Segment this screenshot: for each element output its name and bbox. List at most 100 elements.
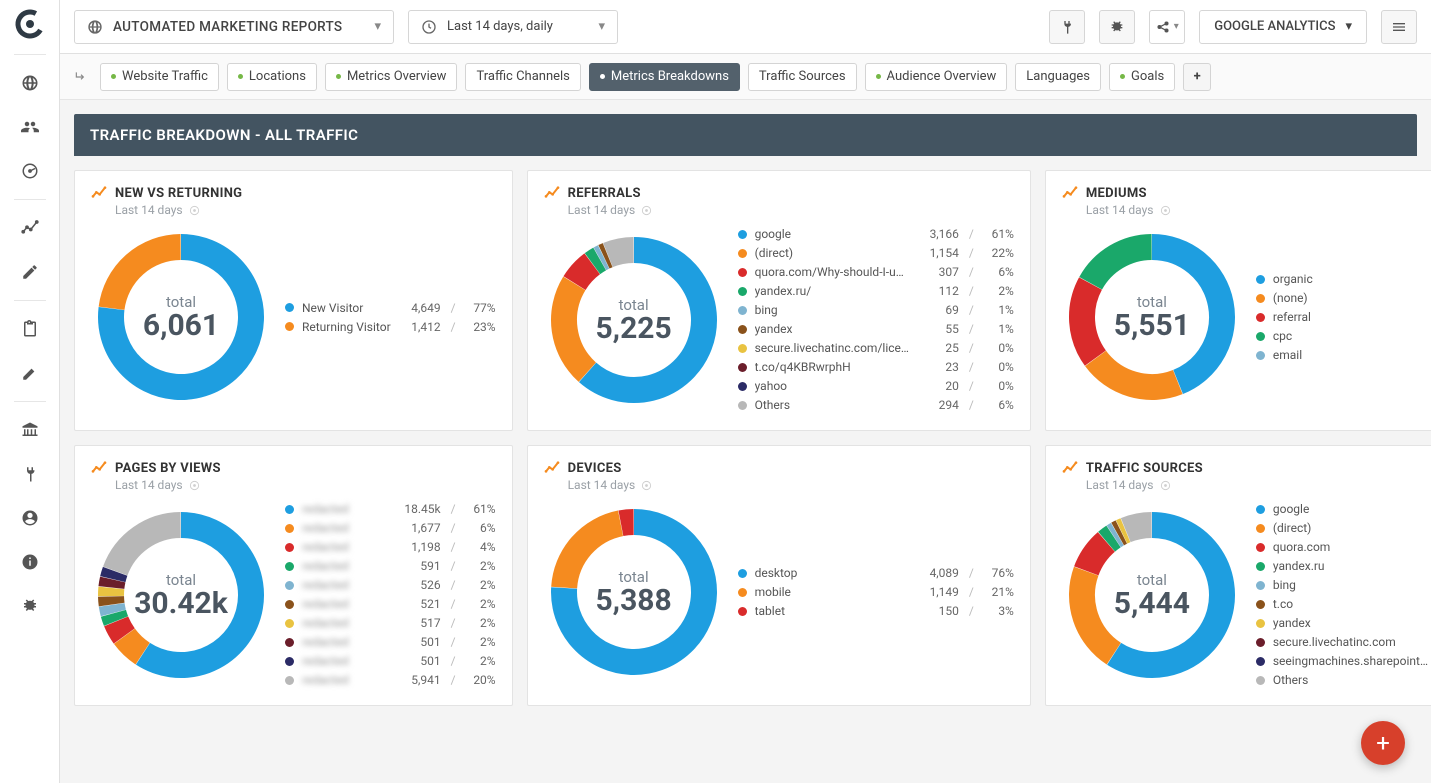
legend-swatch: [1256, 619, 1265, 628]
status-dot: [111, 74, 116, 79]
account-selector[interactable]: GOOGLE ANALYTICS ▾: [1199, 10, 1367, 44]
legend-value: 55: [917, 322, 959, 336]
legend-value: 526: [399, 578, 441, 592]
add-fab[interactable]: +: [1361, 721, 1405, 765]
legend-row: cpc939/17%: [1256, 329, 1431, 343]
legend-name: mobile: [755, 585, 909, 599]
caret-down-icon: ▾: [374, 19, 381, 34]
tab-label: Goals: [1131, 69, 1164, 84]
tab-goals[interactable]: Goals: [1109, 63, 1175, 91]
globe-icon[interactable]: [9, 63, 51, 103]
legend-row: quora.com/Why-should-I-u…307/6%: [738, 265, 1014, 279]
legend-swatch: [285, 543, 294, 552]
account-icon[interactable]: [9, 498, 51, 538]
target-icon: [189, 480, 200, 491]
legend-swatch: [738, 325, 747, 334]
legend-row: redacted1,198/4%: [285, 540, 496, 554]
add-tab-button[interactable]: +: [1183, 63, 1211, 91]
legend-value: 1,154: [917, 246, 959, 260]
legend-value: 3,166: [917, 227, 959, 241]
tab-label: Metrics Breakdowns: [611, 69, 729, 84]
chart-icon: [544, 185, 560, 201]
legend-name: tablet: [755, 604, 909, 618]
legend-name: redacted: [302, 540, 391, 554]
legend-value: 517: [399, 616, 441, 630]
pencil-icon[interactable]: [9, 252, 51, 292]
legend-swatch: [1256, 638, 1265, 647]
date-range-selector[interactable]: Last 14 days, daily ▾: [408, 10, 618, 44]
legend-swatch: [285, 322, 294, 331]
menu-button[interactable]: [1381, 10, 1417, 44]
legend-name: redacted: [302, 635, 391, 649]
tab-metrics-breakdowns[interactable]: Metrics Breakdowns: [589, 63, 740, 91]
legend-swatch: [1256, 657, 1265, 666]
legend-swatch: [285, 581, 294, 590]
card-period: Last 14 days: [1086, 478, 1431, 492]
card-period: Last 14 days: [1086, 203, 1431, 217]
legend-value: 1,198: [399, 540, 441, 554]
legend-name: redacted: [302, 597, 391, 611]
share-button[interactable]: ▾: [1149, 10, 1185, 44]
info-icon[interactable]: [9, 542, 51, 582]
users-icon[interactable]: [9, 107, 51, 147]
legend-pct: 2%: [466, 578, 496, 592]
legend-pct: 6%: [984, 398, 1014, 412]
report-selector[interactable]: AUTOMATED MARKETING REPORTS ▾: [74, 10, 394, 44]
donut-chart: total5,551: [1062, 227, 1242, 407]
card-new-vs-returning: NEW VS RETURNINGLast 14 daystotal6,061Ne…: [74, 170, 513, 431]
edit-icon[interactable]: [9, 353, 51, 393]
total-value: 5,388: [595, 586, 671, 616]
legend-row: redacted1,677/6%: [285, 521, 496, 535]
card-period: Last 14 days: [115, 478, 496, 492]
legend-swatch: [738, 306, 747, 315]
tab-locations[interactable]: Locations: [227, 63, 317, 91]
legend-row: google3,176/58%: [1256, 502, 1431, 516]
legend-pct: 1%: [984, 322, 1014, 336]
radar-icon[interactable]: [9, 151, 51, 191]
legend-swatch: [285, 676, 294, 685]
bug-icon[interactable]: [9, 586, 51, 626]
legend-name: organic: [1273, 272, 1428, 286]
legend-pct: 2%: [466, 635, 496, 649]
legend-swatch: [738, 569, 747, 578]
legend-row: yandex55/1%: [1256, 616, 1431, 630]
legend-pct: 76%: [984, 566, 1014, 580]
line-chart-icon[interactable]: [9, 208, 51, 248]
integrations-button[interactable]: [1049, 10, 1085, 44]
donut-chart: total5,225: [544, 230, 724, 410]
tab-languages[interactable]: Languages: [1015, 63, 1101, 91]
bank-icon[interactable]: [9, 410, 51, 450]
legend-swatch: [1256, 332, 1265, 341]
topbar: AUTOMATED MARKETING REPORTS ▾ Last 14 da…: [60, 0, 1431, 54]
legend-pct: 21%: [984, 585, 1014, 599]
tab-metrics-overview[interactable]: Metrics Overview: [325, 63, 458, 91]
tab-audience-overview[interactable]: Audience Overview: [865, 63, 1008, 91]
debug-button[interactable]: [1099, 10, 1135, 44]
target-icon: [641, 480, 652, 491]
legend-value: 23: [917, 360, 959, 374]
plug-icon[interactable]: [9, 454, 51, 494]
tab-website-traffic[interactable]: Website Traffic: [100, 63, 219, 91]
plus-icon: +: [1376, 729, 1390, 757]
legend-swatch: [738, 363, 747, 372]
legend-value: 112: [917, 284, 959, 298]
legend-swatch: [1256, 676, 1265, 685]
globe-icon: [87, 19, 103, 35]
chart-icon: [1062, 460, 1078, 476]
tab-traffic-channels[interactable]: Traffic Channels: [465, 63, 580, 91]
legend-name: redacted: [302, 654, 391, 668]
legend-row: redacted501/2%: [285, 635, 496, 649]
account-name: GOOGLE ANALYTICS: [1214, 19, 1335, 34]
card-title: MEDIUMS: [1086, 186, 1147, 201]
clipboard-icon[interactable]: [9, 309, 51, 349]
donut-chart: total5,444: [1062, 505, 1242, 685]
legend-swatch: [738, 249, 747, 258]
tab-traffic-sources[interactable]: Traffic Sources: [748, 63, 857, 91]
card-period: Last 14 days: [115, 203, 496, 217]
legend-value: 25: [917, 341, 959, 355]
legend-row: email14/0%: [1256, 348, 1431, 362]
app-logo[interactable]: [12, 6, 48, 42]
legend-name: yandex: [1273, 616, 1428, 630]
legend-pct: 2%: [984, 284, 1014, 298]
tab-label: Metrics Overview: [347, 69, 447, 84]
